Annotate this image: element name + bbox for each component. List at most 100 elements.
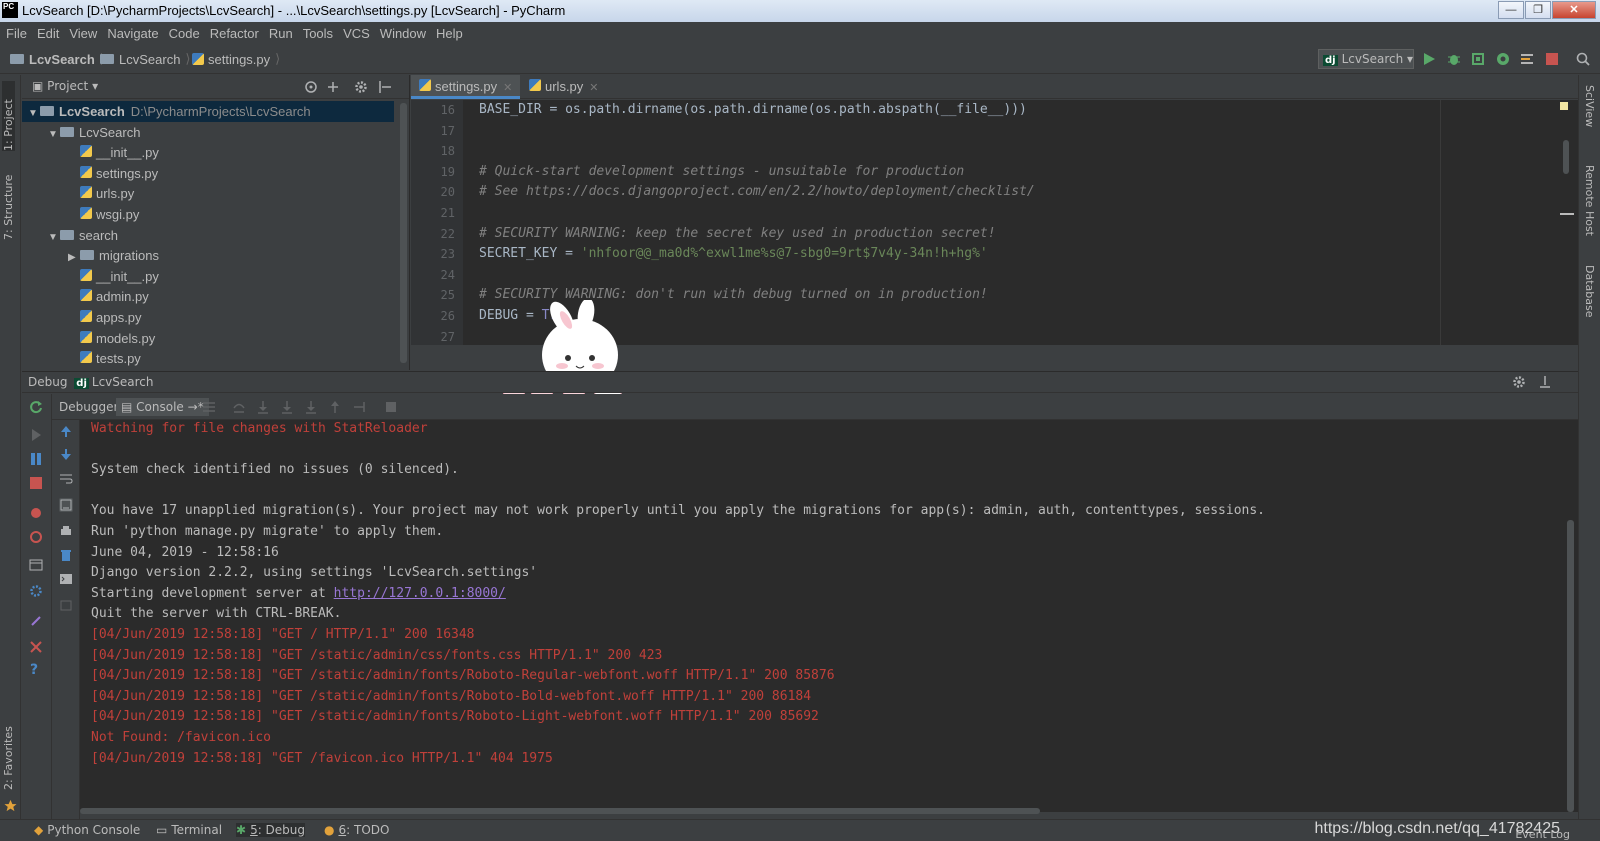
tool-tab-structure[interactable]: 7: Structure: [2, 170, 15, 240]
tab-console[interactable]: ▤ Console →*: [116, 398, 209, 416]
rerun-icon[interactable]: [29, 400, 43, 414]
scroll-to-end-icon[interactable]: [59, 498, 73, 512]
debug-console-output[interactable]: Watching for file changes with StatReloa…: [80, 420, 1564, 812]
gear-icon[interactable]: [1512, 375, 1526, 389]
menu-code[interactable]: Code: [169, 26, 200, 41]
project-view-select[interactable]: ▣ Project ▾: [32, 79, 98, 93]
console-line: [04/Jun/2019 12:58:18] "GET /static/admi…: [91, 648, 662, 663]
server-url-link[interactable]: http://127.0.0.1:8000/: [334, 586, 506, 601]
tool-tab-debug[interactable]: ✱ 5: Debug: [236, 823, 306, 837]
debug-bug-icon[interactable]: [1447, 52, 1461, 66]
tree-item[interactable]: models.py: [22, 328, 155, 349]
tool-tab-todo[interactable]: ● 6: TODO: [324, 823, 389, 837]
console-line: June 04, 2019 - 12:58:16: [91, 545, 279, 560]
print-icon[interactable]: [59, 524, 73, 538]
close-icon[interactable]: [29, 640, 43, 654]
tool-tab-project[interactable]: 1: Project: [2, 81, 15, 151]
tab-debugger[interactable]: Debugger: [54, 398, 123, 416]
maximize-button[interactable]: ❐: [1525, 1, 1551, 19]
run-to-cursor-icon[interactable]: [352, 400, 366, 414]
step-over-icon[interactable]: [232, 400, 246, 414]
locate-file-icon[interactable]: [304, 80, 318, 94]
search-everywhere-icon[interactable]: [1576, 52, 1590, 66]
tree-item[interactable]: ▶ migrations: [22, 245, 159, 266]
stop-icon[interactable]: [29, 476, 43, 490]
force-step-into-icon[interactable]: [304, 400, 318, 414]
pin-tab-icon[interactable]: [29, 614, 43, 628]
menu-file[interactable]: File: [6, 26, 27, 41]
editor-scroll-thumb[interactable]: [1563, 140, 1569, 174]
pause-icon[interactable]: [29, 452, 43, 466]
tree-item[interactable]: __init__.py: [22, 142, 159, 163]
tree-item[interactable]: apps.py: [22, 307, 142, 328]
show-execution-point-icon[interactable]: [202, 400, 216, 414]
tool-tab-remote-host[interactable]: Remote Host: [1583, 165, 1596, 236]
breadcrumb-file[interactable]: settings.py ⟩: [192, 51, 285, 67]
tree-item[interactable]: settings.py: [22, 163, 158, 184]
collapse-all-icon[interactable]: [326, 80, 340, 94]
help-icon[interactable]: ?: [30, 662, 44, 678]
python-console-icon[interactable]: [59, 572, 73, 586]
soft-wrap-icon[interactable]: [59, 472, 73, 486]
arrow-up-icon[interactable]: [59, 424, 73, 438]
close-tab-icon[interactable]: ✕: [589, 82, 598, 94]
tab-urls-py[interactable]: urls.py ✕: [521, 75, 607, 99]
breadcrumb-project[interactable]: LcvSearch ⟩: [10, 51, 110, 67]
resume-icon[interactable]: [29, 428, 43, 442]
tree-item[interactable]: ▼ LcvSearch: [22, 122, 140, 143]
line-number: 16: [440, 103, 455, 117]
tool-tab-python-console[interactable]: ◆ Python Console: [34, 823, 140, 837]
tree-item[interactable]: ▼ LcvSearch D:\PycharmProjects\LcvSearch: [22, 101, 394, 122]
console-line-text: [04/Jun/2019 12:58:18] "GET /static/admi…: [91, 688, 812, 704]
console-vertical-scrollbar[interactable]: [1564, 420, 1578, 812]
console-horizontal-scrollbar[interactable]: [80, 808, 1040, 814]
menu-tools[interactable]: Tools: [303, 26, 333, 41]
close-tab-icon[interactable]: ✕: [503, 82, 512, 94]
menu-help[interactable]: Help: [436, 26, 463, 41]
breadcrumb-package[interactable]: LcvSearch ⟩: [100, 51, 196, 67]
tree-item[interactable]: urls.py: [22, 183, 134, 204]
tree-item[interactable]: admin.py: [22, 286, 149, 307]
arrow-down-icon[interactable]: [59, 448, 73, 462]
step-into-icon[interactable]: [256, 400, 270, 414]
step-out-icon[interactable]: [328, 400, 342, 414]
tab-settings-py[interactable]: settings.py ✕: [411, 75, 521, 99]
menu-run[interactable]: Run: [269, 26, 293, 41]
evaluate-expression-icon[interactable]: [384, 400, 398, 414]
step-into-my-code-icon[interactable]: [280, 400, 294, 414]
run-with-coverage-icon[interactable]: [1471, 52, 1485, 66]
restore-layout-icon[interactable]: [29, 558, 43, 572]
mute-breakpoints-icon[interactable]: [29, 530, 43, 544]
tree-item[interactable]: tests.py: [22, 348, 141, 369]
tool-tab-database[interactable]: Database: [1583, 265, 1596, 318]
view-breakpoints-icon[interactable]: [29, 506, 43, 520]
project-scrollbar[interactable]: [400, 103, 407, 363]
tree-item[interactable]: wsgi.py: [22, 204, 139, 225]
clear-all-trash-icon[interactable]: [59, 548, 73, 562]
tool-tab-favorites[interactable]: 2: Favorites: [2, 715, 15, 790]
menu-edit[interactable]: Edit: [37, 26, 59, 41]
menu-navigate[interactable]: Navigate: [107, 26, 158, 41]
scroll-thumb[interactable]: [1567, 520, 1574, 812]
menu-refactor[interactable]: Refactor: [210, 26, 259, 41]
minimize-button[interactable]: —: [1498, 1, 1524, 19]
concurrency-diagram-icon[interactable]: [1520, 52, 1534, 66]
tree-item[interactable]: ▼ search: [22, 225, 118, 246]
menu-window[interactable]: Window: [380, 26, 426, 41]
hide-panel-icon[interactable]: [378, 80, 392, 94]
menu-vcs[interactable]: VCS: [343, 26, 370, 41]
gear-icon[interactable]: [354, 80, 368, 94]
editor-scrollbar[interactable]: [1558, 100, 1578, 345]
tool-tab-sciview[interactable]: SciView: [1583, 85, 1596, 127]
settings-gear-icon[interactable]: [29, 584, 43, 598]
hide-panel-icon[interactable]: [1538, 375, 1552, 389]
stop-icon[interactable]: [1545, 52, 1559, 66]
run-icon[interactable]: [1422, 52, 1436, 66]
tree-item[interactable]: __init__.py: [22, 266, 159, 287]
profile-icon[interactable]: [1496, 52, 1510, 66]
menu-view[interactable]: View: [69, 26, 97, 41]
run-configuration-select[interactable]: dj LcvSearch ▾: [1318, 49, 1414, 69]
attach-debugger-icon[interactable]: [59, 598, 73, 612]
close-window-button[interactable]: ✕: [1552, 1, 1596, 19]
tool-tab-terminal[interactable]: ▭ Terminal: [156, 823, 222, 837]
